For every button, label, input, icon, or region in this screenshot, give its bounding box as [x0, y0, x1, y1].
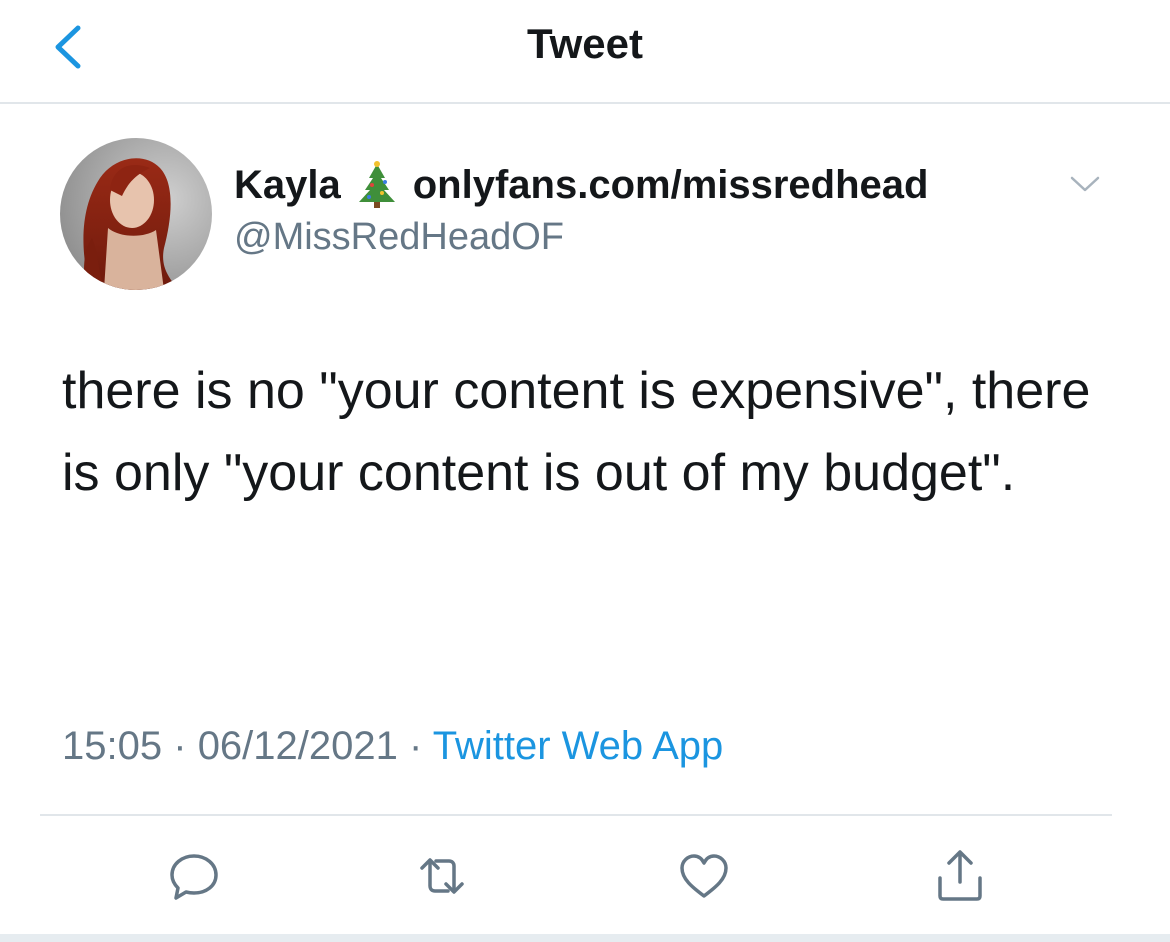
- tweet-source-link[interactable]: Twitter Web App: [433, 724, 724, 768]
- christmas-tree-icon: [355, 160, 399, 210]
- share-icon[interactable]: [930, 846, 990, 906]
- tweet-text: there is no "your content is expensive",…: [62, 362, 1091, 502]
- tweet-date[interactable]: 06/12/2021: [198, 724, 398, 768]
- chevron-down-icon[interactable]: [1068, 172, 1102, 196]
- author-name-row[interactable]: Kayla onlyfans.com/missredhead: [234, 160, 928, 210]
- author-name-link: onlyfans.com/missredhead: [412, 162, 929, 207]
- action-bar: [0, 846, 1170, 906]
- like-icon[interactable]: [674, 846, 734, 906]
- top-bar: Tweet: [0, 0, 1170, 104]
- avatar[interactable]: [60, 138, 212, 290]
- divider: [40, 814, 1112, 816]
- meta-separator: ·: [173, 724, 187, 768]
- tweet-time[interactable]: 15:05: [62, 724, 162, 768]
- author-handle[interactable]: @MissRedHeadOF: [234, 216, 564, 259]
- author-display-name: Kayla: [234, 162, 341, 207]
- bottom-strip: [0, 934, 1170, 942]
- reply-icon[interactable]: [164, 846, 224, 906]
- retweet-icon[interactable]: [412, 846, 472, 906]
- meta-separator: ·: [409, 724, 423, 768]
- tweet-metadata: 15:05 · 06/12/2021 · Twitter Web App: [62, 724, 723, 769]
- page-title: Tweet: [527, 20, 643, 67]
